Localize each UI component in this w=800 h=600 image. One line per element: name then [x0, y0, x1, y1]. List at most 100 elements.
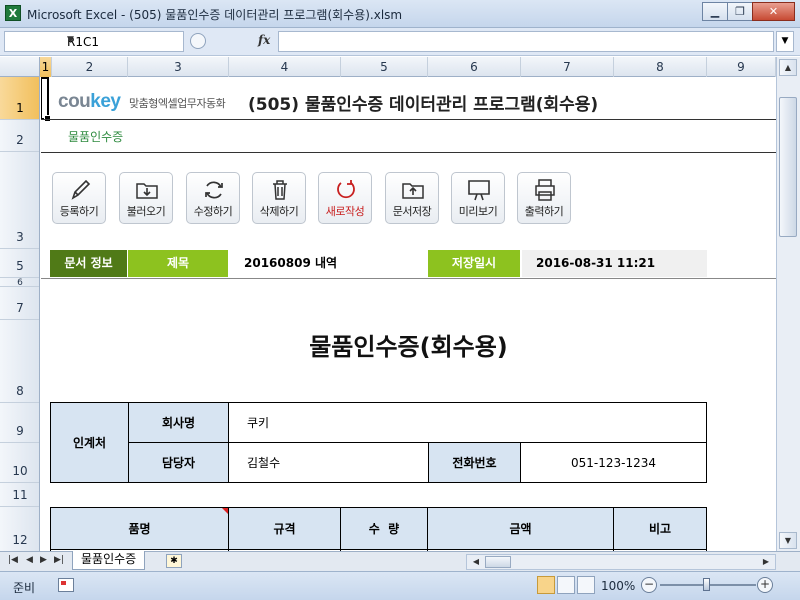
insert-sheet-icon[interactable]: ✱ — [166, 554, 182, 568]
title-bar: X Microsoft Excel - (505) 물품인수증 데이터관리 프로… — [0, 0, 800, 28]
row-header[interactable]: 1 — [0, 77, 39, 120]
row-header[interactable]: 12 — [0, 507, 39, 551]
delete-button[interactable]: 삭제하기 — [252, 172, 306, 224]
document-title: 물품인수증(회수용) — [309, 333, 508, 361]
restore-button[interactable]: ❐ — [727, 2, 753, 21]
item-name-header: 품명 — [50, 507, 229, 550]
column-header[interactable]: 2 — [52, 57, 128, 77]
monitor-icon — [468, 180, 490, 201]
scroll-right-icon[interactable]: ▶ — [759, 555, 773, 569]
active-cell[interactable] — [41, 77, 51, 122]
horizontal-scrollbar[interactable]: ◀ ▶ — [466, 554, 776, 570]
row-header[interactable]: 10 — [0, 443, 39, 483]
zoom-slider-thumb[interactable] — [703, 578, 710, 591]
comment-indicator[interactable] — [222, 508, 228, 514]
select-all-corner[interactable] — [0, 57, 40, 77]
preview-button[interactable]: 미리보기 — [451, 172, 505, 224]
row-header[interactable]: 9 — [0, 403, 39, 443]
column-header[interactable]: 5 — [341, 57, 428, 77]
page-layout-view-icon[interactable] — [557, 576, 575, 594]
divider — [41, 278, 776, 279]
button-label: 등록하기 — [59, 205, 99, 218]
load-folder-icon — [136, 183, 158, 199]
close-button[interactable]: ✕ — [752, 2, 795, 21]
manager-label: 담당자 — [128, 442, 229, 483]
register-button[interactable]: 등록하기 — [52, 172, 106, 224]
logo-tagline: 맞춤형엑셀업무자동화 — [129, 97, 226, 110]
sheet-tab-bar: |◀ ◀ ▶ ▶| 물품인수증 ✱ ◀ ▶ — [0, 551, 800, 571]
saved-value[interactable]: 2016-08-31 11:21 — [522, 250, 707, 277]
zoom-level[interactable]: 100% — [601, 579, 635, 593]
row-header[interactable]: 7 — [0, 287, 39, 320]
hscroll-thumb[interactable] — [485, 556, 511, 568]
chevron-down-icon[interactable]: ▼ — [67, 35, 179, 45]
subject-value[interactable]: 20160809 내역 — [230, 250, 425, 277]
saved-label: 저장일시 — [428, 250, 520, 277]
save-folder-icon — [402, 183, 424, 199]
column-header[interactable]: 7 — [521, 57, 614, 77]
pencil-icon — [71, 179, 91, 200]
row-header[interactable]: 11 — [0, 483, 39, 507]
divider — [41, 152, 776, 153]
button-label: 수정하기 — [193, 205, 233, 218]
formula-input[interactable] — [278, 31, 774, 52]
vertical-scrollbar[interactable]: ▲ ▼ — [776, 57, 800, 551]
row-header[interactable]: 6 — [0, 278, 39, 288]
macro-record-icon[interactable] — [58, 578, 74, 592]
edit-button[interactable]: 수정하기 — [186, 172, 240, 224]
sheet-label: 물품인수증 — [68, 130, 124, 144]
column-header[interactable]: 9 — [707, 57, 776, 77]
button-label: 출력하기 — [524, 205, 564, 218]
zoom-in-icon[interactable]: + — [757, 577, 773, 593]
scroll-up-icon[interactable]: ▲ — [779, 59, 797, 76]
refresh-icon — [205, 181, 223, 199]
minimize-button[interactable]: ▁ — [702, 2, 728, 21]
status-bar: 준비 100% − + — [0, 571, 800, 600]
receiver-table: 인계처 회사명 쿠키 담당자 김철수 전화번호 051-123-1234 — [50, 402, 707, 483]
phone-value[interactable]: 051-123-1234 — [520, 442, 707, 483]
row-header[interactable]: 5 — [0, 249, 39, 278]
divider — [41, 119, 776, 120]
company-value[interactable]: 쿠키 — [228, 402, 707, 443]
receiver-label: 인계처 — [50, 402, 129, 483]
normal-view-icon[interactable] — [537, 576, 555, 594]
first-sheet-icon[interactable]: |◀ — [8, 555, 18, 565]
column-header[interactable]: 1 — [40, 57, 52, 77]
scroll-left-icon[interactable]: ◀ — [469, 555, 483, 569]
load-button[interactable]: 불러오기 — [119, 172, 173, 224]
prev-sheet-icon[interactable]: ◀ — [26, 555, 33, 565]
scroll-down-icon[interactable]: ▼ — [779, 532, 797, 549]
expand-formula-icon[interactable]: ▼ — [776, 31, 794, 52]
formula-cancel-icon[interactable] — [190, 33, 206, 49]
button-label: 미리보기 — [458, 205, 498, 218]
scroll-thumb[interactable] — [779, 97, 797, 237]
column-header[interactable]: 8 — [614, 57, 707, 77]
formula-bar: R1C1 ▼ fx ▼ — [0, 28, 800, 56]
note-header: 비고 — [613, 507, 707, 550]
save-document-button[interactable]: 문서저장 — [385, 172, 439, 224]
row-header[interactable]: 8 — [0, 320, 39, 403]
print-button[interactable]: 출력하기 — [517, 172, 571, 224]
insert-function-icon[interactable]: fx — [258, 33, 270, 47]
zoom-out-icon[interactable]: − — [641, 577, 657, 593]
button-label: 불러오기 — [126, 205, 166, 218]
page-break-view-icon[interactable] — [577, 576, 595, 594]
column-header[interactable]: 6 — [428, 57, 521, 77]
new-document-button[interactable]: 새로작성 — [318, 172, 372, 224]
printer-icon — [535, 179, 555, 201]
new-circle-icon — [337, 180, 355, 199]
button-label: 문서저장 — [392, 205, 432, 218]
excel-app-icon[interactable]: X — [5, 5, 21, 21]
manager-value[interactable]: 김철수 — [228, 442, 429, 483]
name-box[interactable]: R1C1 ▼ — [4, 31, 184, 52]
sheet-tab-active[interactable]: 물품인수증 — [72, 551, 146, 570]
subject-label: 제목 — [128, 250, 228, 277]
next-sheet-icon[interactable]: ▶ — [40, 555, 47, 565]
row-header[interactable]: 3 — [0, 152, 39, 249]
column-header[interactable]: 4 — [229, 57, 341, 77]
row-header[interactable]: 2 — [0, 120, 39, 152]
last-sheet-icon[interactable]: ▶| — [54, 555, 64, 565]
column-header[interactable]: 3 — [128, 57, 229, 77]
coukey-logo: coukey — [58, 91, 121, 112]
worksheet[interactable]: coukey 맞춤형엑셀업무자동화 (505) 물품인수증 데이터관리 프로그램… — [41, 77, 776, 551]
